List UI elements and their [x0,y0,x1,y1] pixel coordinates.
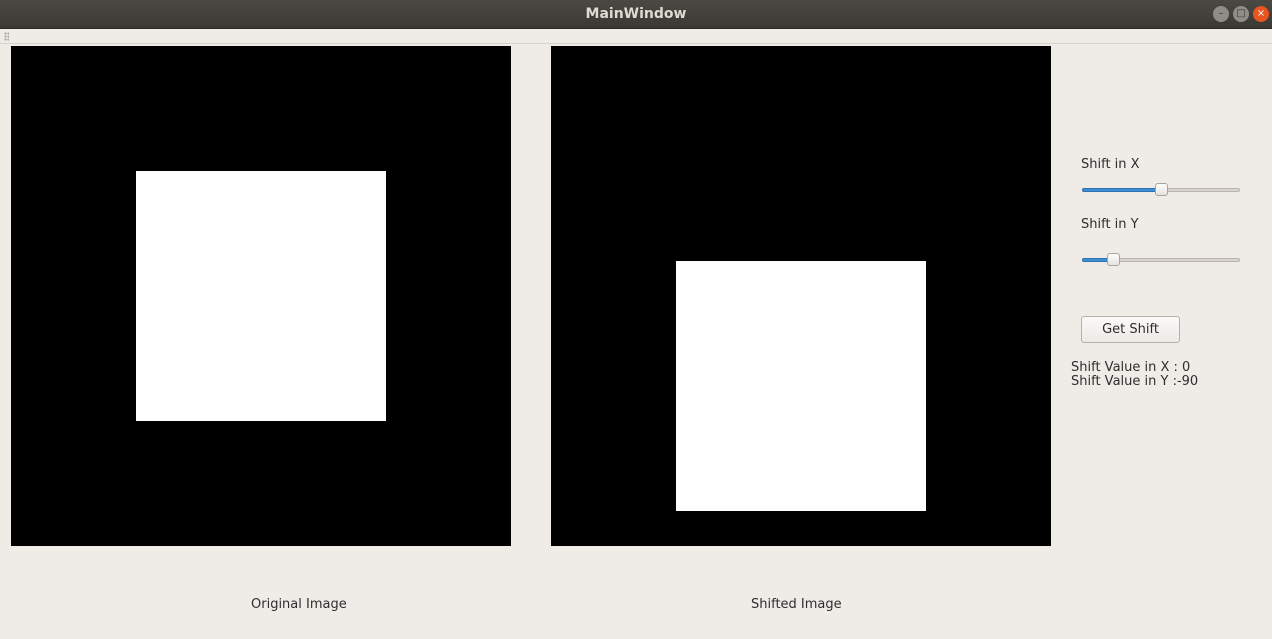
shift-y-result: Shift Value in Y :-90 [1071,374,1199,389]
title-bar[interactable]: MainWindow – □ × [0,0,1272,29]
shift-x-result: Shift Value in X : 0 [1071,360,1191,375]
toolbar-grip-icon[interactable] [4,32,9,41]
shift-y-label: Shift in Y [1081,217,1139,232]
get-shift-button[interactable]: Get Shift [1081,316,1180,343]
close-icon[interactable]: × [1253,6,1269,22]
shifted-square [676,261,926,511]
shift-x-slider-fill [1082,188,1161,192]
shift-y-slider[interactable] [1082,253,1240,267]
shifted-image-caption: Shifted Image [751,597,842,612]
shifted-image [551,46,1051,546]
main-window: MainWindow – □ × Original Image Shifted … [0,0,1272,639]
shift-x-slider-handle[interactable] [1155,183,1168,196]
original-image-caption: Original Image [251,597,347,612]
toolbar [0,29,1272,44]
minimize-icon[interactable]: – [1213,6,1229,22]
shift-x-slider[interactable] [1082,183,1240,197]
window-title: MainWindow [585,6,687,22]
shift-y-slider-handle[interactable] [1107,253,1120,266]
original-square [136,171,386,421]
shift-x-label: Shift in X [1081,157,1140,172]
maximize-icon[interactable]: □ [1233,6,1249,22]
original-image [11,46,511,546]
